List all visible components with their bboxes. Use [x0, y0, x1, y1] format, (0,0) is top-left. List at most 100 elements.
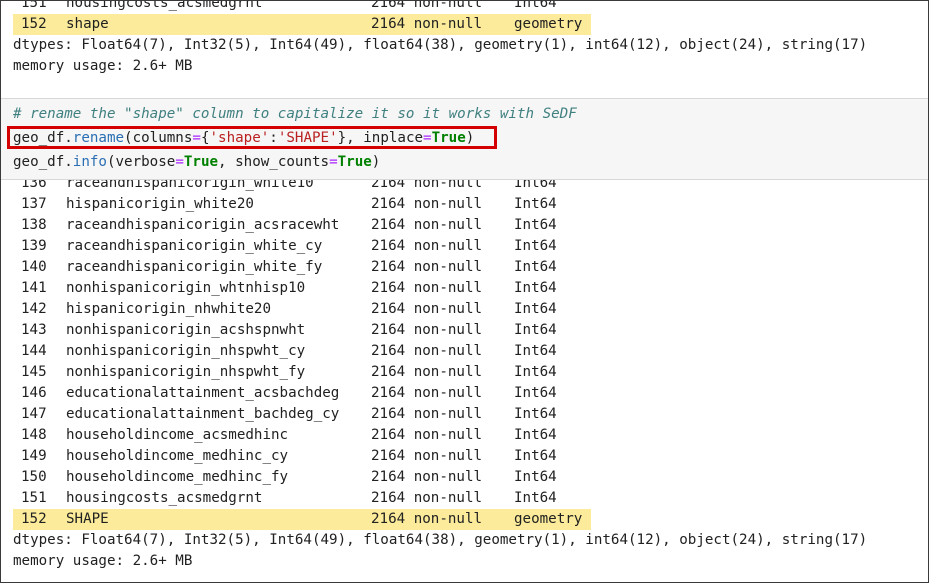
- row-index: 152: [21, 16, 47, 32]
- row-index: 149: [21, 448, 47, 464]
- column-name: householdincome_acsmedhinc: [66, 427, 289, 443]
- row-index: 147: [21, 406, 47, 422]
- non-null-count: 2164 non-null: [371, 238, 483, 254]
- table-row: 147 educationalattainment_bachdeg_cy 2164 …: [1, 404, 928, 425]
- table-row: 150 householdincome_medhinc_fy 2164 non-nu…: [1, 467, 928, 488]
- table-row: 148 householdincome_acsmedhinc 2164 non-nu…: [1, 425, 928, 446]
- non-null-count: 2164 non-null: [371, 280, 483, 296]
- table-row: 151 housingcosts_acsmedgrnt 2164 non-nul…: [1, 0, 928, 14]
- table-row: 145 nonhispanicorigin_nhspwht_fy 2164 non-…: [1, 362, 928, 383]
- column-name: nonhispanicorigin_nhspwht_fy: [66, 364, 306, 380]
- column-dtype: Int64: [514, 322, 557, 338]
- non-null-count: 2164 non-null: [371, 259, 483, 275]
- column-dtype: geometry: [514, 16, 583, 32]
- column-name: nonhispanicorigin_whtnhisp10: [66, 280, 306, 296]
- memory-usage: memory usage: 2.6+ MB: [13, 58, 193, 74]
- column-dtype: Int64: [514, 301, 557, 317]
- row-index: 142: [21, 301, 47, 317]
- column-name: housingcosts_acsmedgrnt: [66, 0, 263, 11]
- column-dtype: Int64: [514, 217, 557, 233]
- column-name: raceandhispanicorigin_acsracewht: [66, 217, 340, 233]
- code-cell[interactable]: # rename the "shape" column to capitaliz…: [1, 98, 928, 180]
- column-dtype: Int64: [514, 406, 557, 422]
- column-dtype: Int64: [514, 385, 557, 401]
- column-dtype: Int64: [514, 280, 557, 296]
- table-row: 140 raceandhispanicorigin_white_fy 2164 no…: [1, 257, 928, 278]
- column-dtype: Int64: [514, 490, 557, 506]
- table-row-highlighted: 152 SHAPE 2164 non-null geometry: [1, 509, 928, 530]
- table-row: 138 raceandhispanicorigin_acsracewht 2164 …: [1, 215, 928, 236]
- non-null-count: 2164 non-null: [371, 406, 483, 422]
- code-line-info[interactable]: geo_df.info(verbose=True, show_counts=Tr…: [13, 151, 380, 173]
- non-null-count: 2164 non-null: [371, 301, 483, 317]
- annotation-highlight-box: [7, 126, 497, 149]
- row-index: 137: [21, 196, 47, 212]
- non-null-count: 2164 non-null: [371, 0, 483, 11]
- column-dtype: Int64: [514, 196, 557, 212]
- row-index: 151: [21, 0, 47, 11]
- non-null-count: 2164 non-null: [371, 322, 483, 338]
- notebook-view: 151 housingcosts_acsmedgrnt 2164 non-nul…: [0, 0, 929, 583]
- table-row: 141 nonhispanicorigin_whtnhisp10 2164 non-…: [1, 278, 928, 299]
- non-null-count: 2164 non-null: [371, 16, 483, 32]
- column-dtype: Int64: [514, 0, 557, 11]
- row-index: 143: [21, 322, 47, 338]
- info-table: 137 hispanicorigin_white20 2164 non-null In…: [1, 194, 928, 530]
- bottom-output-area: 136 raceandhispanicorigin_white10 2164 n…: [1, 173, 928, 572]
- column-dtype: geometry: [514, 511, 583, 527]
- non-null-count: 2164 non-null: [371, 511, 483, 527]
- row-index: 141: [21, 280, 47, 296]
- row-index: 150: [21, 469, 47, 485]
- dtypes-summary: dtypes: Float64(7), Int32(5), Int64(49),…: [13, 37, 868, 53]
- column-dtype: Int64: [514, 364, 557, 380]
- table-row: 149 householdincome_medhinc_cy 2164 non-nu…: [1, 446, 928, 467]
- column-name: householdincome_medhinc_cy: [66, 448, 289, 464]
- non-null-count: 2164 non-null: [371, 217, 483, 233]
- column-name: hispanicorigin_white20: [66, 196, 254, 212]
- column-name: householdincome_medhinc_fy: [66, 469, 289, 485]
- column-dtype: Int64: [514, 427, 557, 443]
- row-index: 152: [21, 511, 47, 527]
- non-null-count: 2164 non-null: [371, 343, 483, 359]
- table-row-highlighted: 152 shape 2164 non-null geometry: [1, 14, 928, 35]
- column-name: housingcosts_acsmedgrnt: [66, 490, 263, 506]
- non-null-count: 2164 non-null: [371, 490, 483, 506]
- table-row: 151 housingcosts_acsmedgrnt 2164 non-null I…: [1, 488, 928, 509]
- table-row: 144 nonhispanicorigin_nhspwht_cy 2164 non-…: [1, 341, 928, 362]
- column-name: shape: [66, 16, 109, 32]
- column-name: educationalattainment_acsbachdeg: [66, 385, 340, 401]
- column-dtype: Int64: [514, 259, 557, 275]
- column-name: nonhispanicorigin_nhspwht_cy: [66, 343, 306, 359]
- row-index: 146: [21, 385, 47, 401]
- column-name: SHAPE: [66, 511, 109, 527]
- non-null-count: 2164 non-null: [371, 196, 483, 212]
- table-row: 143 nonhispanicorigin_acshspnwht 2164 non-…: [1, 320, 928, 341]
- column-name: raceandhispanicorigin_white_cy: [66, 238, 323, 254]
- row-index: 148: [21, 427, 47, 443]
- row-index: 144: [21, 343, 47, 359]
- non-null-count: 2164 non-null: [371, 427, 483, 443]
- row-index: 145: [21, 364, 47, 380]
- table-row: 139 raceandhispanicorigin_white_cy 2164 no…: [1, 236, 928, 257]
- non-null-count: 2164 non-null: [371, 448, 483, 464]
- dtypes-summary: dtypes: Float64(7), Int32(5), Int64(49),…: [13, 532, 868, 548]
- column-name: hispanicorigin_nhwhite20: [66, 301, 271, 317]
- column-dtype: Int64: [514, 343, 557, 359]
- memory-usage: memory usage: 2.6+ MB: [13, 553, 193, 569]
- row-index: 138: [21, 217, 47, 233]
- column-name: educationalattainment_bachdeg_cy: [66, 406, 340, 422]
- column-name: raceandhispanicorigin_white_fy: [66, 259, 323, 275]
- table-row: 146 educationalattainment_acsbachdeg 2164 …: [1, 383, 928, 404]
- table-row: 137 hispanicorigin_white20 2164 non-null In…: [1, 194, 928, 215]
- row-index: 140: [21, 259, 47, 275]
- non-null-count: 2164 non-null: [371, 469, 483, 485]
- column-dtype: Int64: [514, 238, 557, 254]
- non-null-count: 2164 non-null: [371, 364, 483, 380]
- column-dtype: Int64: [514, 448, 557, 464]
- row-index: 151: [21, 490, 47, 506]
- code-comment: # rename the "shape" column to capitaliz…: [13, 106, 577, 122]
- row-index: 139: [21, 238, 47, 254]
- column-dtype: Int64: [514, 469, 557, 485]
- table-row: 142 hispanicorigin_nhwhite20 2164 non-null…: [1, 299, 928, 320]
- column-name: nonhispanicorigin_acshspnwht: [66, 322, 306, 338]
